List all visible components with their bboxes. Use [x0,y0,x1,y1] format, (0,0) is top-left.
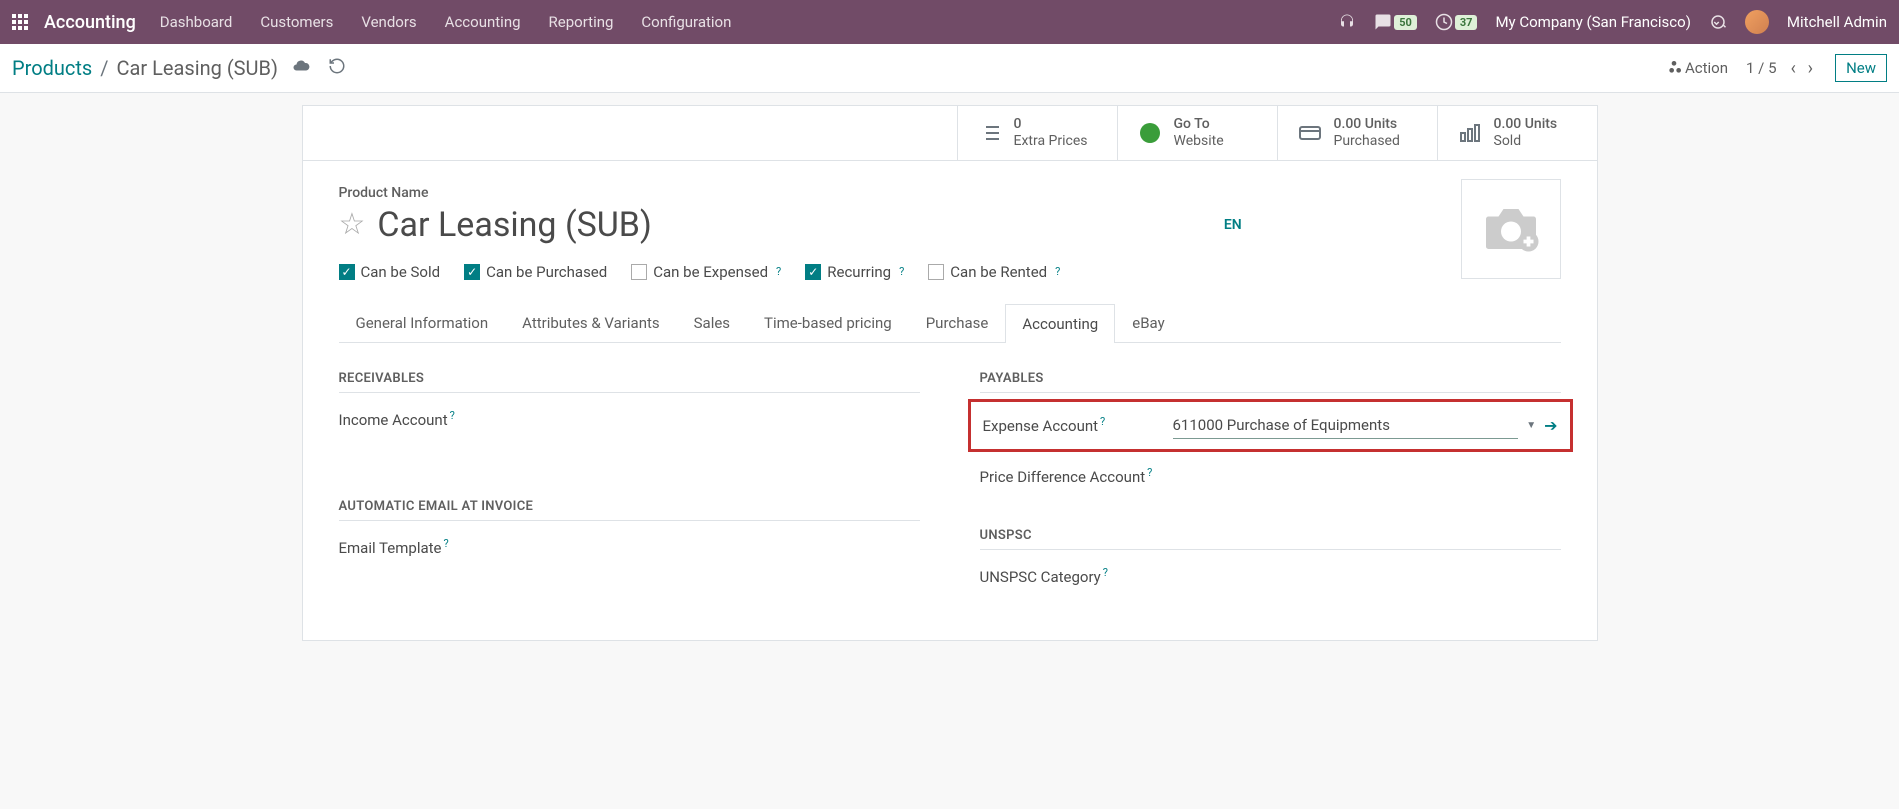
messages-badge: 50 [1394,15,1417,30]
help-icon[interactable]: ? [776,265,781,278]
pager-prev-icon[interactable]: ‹ [1787,58,1800,79]
nav-configuration[interactable]: Configuration [641,13,731,31]
notebook-tabs: General Information Attributes & Variant… [339,303,1561,343]
company-selector[interactable]: My Company (San Francisco) [1495,13,1690,31]
nav-customers[interactable]: Customers [260,13,333,31]
nav-accounting[interactable]: Accounting [445,13,521,31]
breadcrumb-separator: / [100,56,108,80]
help-icon[interactable]: ? [444,537,449,550]
tab-time-pricing[interactable]: Time-based pricing [747,303,909,342]
pager-value[interactable]: 1 / 5 [1746,59,1777,77]
section-unspsc: UNSPSC [980,528,1561,550]
avatar[interactable] [1745,10,1769,34]
tab-general[interactable]: General Information [339,303,506,342]
product-image-upload[interactable] [1461,179,1561,279]
expense-account-highlight: Expense Account? ▼ ➔ [968,399,1573,452]
label-expense-account: Expense Account? [983,415,1173,435]
section-receivables: RECEIVABLES [339,371,920,393]
product-title[interactable]: Car Leasing (SUB) [377,205,651,245]
check-rented[interactable]: Can be Rented? [928,263,1060,281]
stat-website[interactable]: Go ToWebsite [1117,106,1277,160]
label-income-account: Income Account? [339,409,529,429]
app-brand[interactable]: Accounting [44,12,136,33]
expense-account-input[interactable] [1173,412,1519,439]
help-icon[interactable]: ? [899,265,904,278]
help-icon[interactable]: ? [450,409,455,422]
section-auto-email: AUTOMATIC EMAIL AT INVOICE [339,499,920,521]
nav-reporting[interactable]: Reporting [549,13,614,31]
breadcrumb-parent[interactable]: Products [12,56,92,80]
check-sold[interactable]: ✓Can be Sold [339,263,441,281]
messages-icon[interactable]: 50 [1374,13,1417,31]
new-button[interactable]: New [1835,54,1887,82]
check-purchased[interactable]: ✓Can be Purchased [464,263,607,281]
help-icon[interactable]: ? [1103,566,1108,579]
nav-right: 50 37 My Company (San Francisco) Mitchel… [1338,10,1887,34]
tab-attributes[interactable]: Attributes & Variants [505,303,676,342]
nav-menu: Dashboard Customers Vendors Accounting R… [160,13,732,31]
label-price-diff: Price Difference Account? [980,466,1170,486]
pager-next-icon[interactable]: › [1804,58,1817,79]
cloud-save-icon[interactable] [292,57,310,79]
stat-purchased[interactable]: 0.00 UnitsPurchased [1277,106,1437,160]
favorite-star-icon[interactable]: ☆ [339,207,366,242]
tab-sales[interactable]: Sales [677,303,747,342]
top-nav: Accounting Dashboard Customers Vendors A… [0,0,1899,44]
help-icon[interactable]: ? [1055,265,1060,278]
nav-dashboard[interactable]: Dashboard [160,13,233,31]
pager: 1 / 5 ‹ › [1746,58,1817,79]
product-name-label: Product Name [339,185,1561,201]
discard-icon[interactable] [328,57,346,79]
section-payables: PAYABLES [980,371,1561,393]
nav-vendors[interactable]: Vendors [361,13,416,31]
activities-icon[interactable]: 37 [1435,13,1478,31]
activities-badge: 37 [1455,15,1478,30]
help-icon[interactable]: ? [1100,415,1105,428]
stat-sold[interactable]: 0.00 UnitsSold [1437,106,1597,160]
user-name[interactable]: Mitchell Admin [1787,13,1887,31]
apps-icon[interactable] [12,14,28,30]
control-panel: Products / Car Leasing (SUB) Action 1 / … [0,44,1899,93]
help-icon[interactable]: ? [1147,466,1152,479]
external-link-icon[interactable]: ➔ [1544,416,1557,435]
support-icon[interactable] [1338,13,1356,31]
form-sheet: 0Extra Prices Go ToWebsite 0.00 UnitsPur… [302,105,1598,641]
tab-purchase[interactable]: Purchase [909,303,1006,342]
dropdown-caret-icon[interactable]: ▼ [1526,420,1536,431]
stat-extra-prices[interactable]: 0Extra Prices [957,106,1117,160]
label-email-template: Email Template? [339,537,529,557]
lang-badge[interactable]: EN [1224,217,1242,233]
breadcrumb-current: Car Leasing (SUB) [117,56,278,80]
check-recurring[interactable]: ✓Recurring? [805,263,904,281]
debug-icon[interactable] [1709,13,1727,31]
stat-buttons: 0Extra Prices Go ToWebsite 0.00 UnitsPur… [303,106,1597,161]
tab-ebay[interactable]: eBay [1115,303,1181,342]
action-menu[interactable]: Action [1667,59,1728,77]
check-expensed[interactable]: Can be Expensed? [631,263,781,281]
tab-accounting[interactable]: Accounting [1005,304,1115,343]
label-unspsc-cat: UNSPSC Category? [980,566,1170,586]
breadcrumb: Products / Car Leasing (SUB) [12,56,278,80]
